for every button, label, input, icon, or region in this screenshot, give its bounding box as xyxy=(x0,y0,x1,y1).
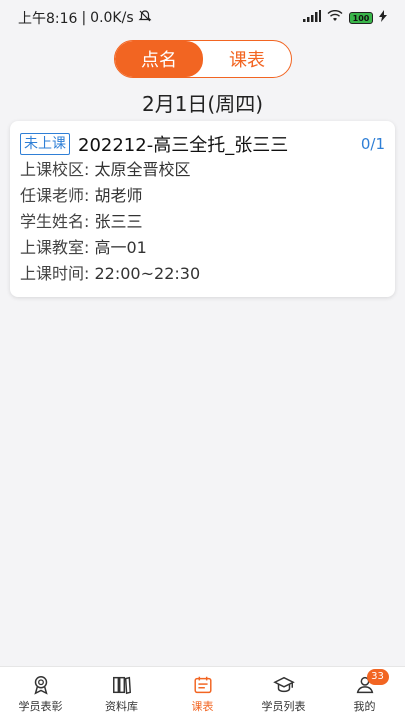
attendance-count: 0/1 xyxy=(360,135,385,153)
info-value: 22:00~22:30 xyxy=(94,264,201,283)
status-speed: 0.0K/s xyxy=(90,10,134,26)
info-value: 胡老师 xyxy=(94,186,143,205)
status-separator: | xyxy=(81,10,87,26)
info-label: 上课时间: xyxy=(20,264,90,283)
date-title: 2月1日(周四) xyxy=(141,92,264,116)
view-toggle: 点名 课表 xyxy=(114,40,292,78)
charging-icon xyxy=(379,10,387,26)
info-row-classroom: 上课教室: 高一01 xyxy=(20,235,385,261)
status-left: 上午8:16 | 0.0K/s xyxy=(18,8,152,28)
tab-label: 学员列表 xyxy=(261,700,306,713)
mute-bell-icon xyxy=(138,9,152,27)
calendar-icon xyxy=(193,676,212,694)
status-badge: 未上课 xyxy=(20,133,70,155)
tab-library[interactable]: 资料库 xyxy=(81,667,162,721)
info-label: 上课教室: xyxy=(20,238,90,257)
wifi-icon xyxy=(327,9,343,26)
tab-label: 资料库 xyxy=(105,700,138,713)
tab-label: 课表 xyxy=(191,700,214,713)
info-value: 太原全晋校区 xyxy=(94,160,191,179)
tab-label: 我的 xyxy=(353,700,376,713)
signal-icon xyxy=(303,10,321,26)
info-value: 张三三 xyxy=(94,212,143,231)
notification-badge: 33 xyxy=(366,669,389,685)
info-label: 上课校区: xyxy=(20,160,90,179)
course-name: 202212-高三全托_张三三 xyxy=(78,135,289,156)
library-icon xyxy=(112,676,131,695)
status-time: 上午8:16 xyxy=(18,11,78,27)
battery-icon: 100 xyxy=(349,12,373,24)
info-row-student: 学生姓名: 张三三 xyxy=(20,209,385,235)
card-header: 未上课 202212-高三全托_张三三 0/1 xyxy=(20,131,385,157)
info-label: 任课老师: xyxy=(20,186,90,205)
info-row-time: 上课时间: 22:00~22:30 xyxy=(20,261,385,287)
tab-timetable[interactable]: 课表 xyxy=(162,667,243,721)
graduation-cap-icon xyxy=(272,676,295,693)
tab-roll-call[interactable]: 点名 xyxy=(115,41,203,77)
info-row-campus: 上课校区: 太原全晋校区 xyxy=(20,157,385,183)
course-card[interactable]: 未上课 202212-高三全托_张三三 0/1 上课校区: 太原全晋校区 任课老… xyxy=(10,121,395,297)
info-row-teacher: 任课老师: 胡老师 xyxy=(20,183,385,209)
tab-me[interactable]: 33 我的 xyxy=(324,667,405,721)
award-icon xyxy=(33,676,48,695)
tab-schedule[interactable]: 课表 xyxy=(203,41,291,77)
bottom-tab-bar: 学员表彰 资料库 课表 学员列表 33 我的 xyxy=(0,666,405,721)
tab-label: 学员表彰 xyxy=(18,700,63,713)
status-right: 100 xyxy=(303,9,387,26)
tab-student-list[interactable]: 学员列表 xyxy=(243,667,324,721)
status-bar: 上午8:16 | 0.0K/s 100 xyxy=(0,0,405,36)
info-value: 高一01 xyxy=(94,238,147,257)
info-label: 学生姓名: xyxy=(20,212,90,231)
tab-student-awards[interactable]: 学员表彰 xyxy=(0,667,81,721)
